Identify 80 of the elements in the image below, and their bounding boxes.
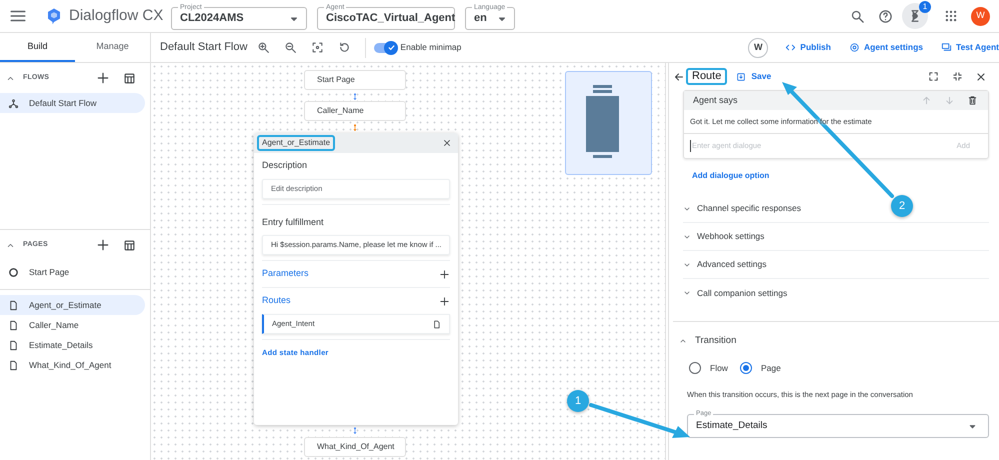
trash-icon[interactable] — [967, 95, 978, 106]
toolbar-button[interactable]: Agent settings — [848, 41, 924, 54]
section-link[interactable]: Parameters — [262, 267, 439, 281]
sidebar-item[interactable]: Estimate_Details — [0, 335, 145, 355]
close-icon[interactable] — [975, 70, 987, 82]
search-icon[interactable] — [850, 8, 865, 24]
save-icon — [736, 72, 746, 82]
code-icon — [785, 42, 796, 53]
expander-row[interactable]: Advanced settings — [683, 251, 989, 279]
zoom-in-icon[interactable] — [257, 41, 270, 54]
minimap-toggle[interactable] — [374, 42, 396, 52]
connector-arrow — [351, 91, 359, 103]
dropdown-value: CL2024AMS — [180, 11, 245, 26]
circle-icon — [8, 266, 19, 278]
minimap[interactable] — [565, 71, 652, 175]
flow-icon — [8, 98, 19, 108]
apps-grid-icon[interactable] — [944, 9, 958, 23]
field-label: Description — [262, 159, 308, 172]
fullscreen-icon[interactable] — [928, 71, 939, 82]
page-icon — [8, 300, 19, 310]
page-icon — [432, 320, 441, 328]
collaborator-avatar: W — [748, 38, 768, 58]
zoom-out-icon[interactable] — [284, 41, 298, 54]
flow-title: Default Start Flow — [160, 40, 248, 56]
connector-arrow — [351, 122, 359, 134]
gear-icon — [848, 42, 860, 53]
expander-row[interactable]: Webhook settings — [683, 223, 989, 251]
help-icon[interactable] — [878, 8, 893, 24]
select-value: Estimate_Details — [696, 419, 768, 434]
field-label: Entry fulfillment — [262, 216, 325, 229]
collapse-icon[interactable] — [952, 71, 963, 82]
sidebar-item[interactable]: Default Start Flow — [0, 93, 145, 113]
close-icon[interactable] — [442, 138, 452, 148]
chevron-down-icon — [683, 289, 691, 297]
chat-icon — [941, 42, 952, 53]
nav-tab[interactable]: Build — [0, 33, 75, 62]
add-icon[interactable] — [96, 238, 110, 252]
sidebar-item[interactable]: What_Kind_Of_Agent — [0, 355, 145, 375]
check-icon — [386, 43, 396, 52]
dropdown-value: en — [474, 11, 488, 26]
sidebar-item[interactable]: Start Page — [0, 260, 145, 284]
connector-arrow — [351, 425, 359, 437]
radio-option[interactable]: Flow — [689, 362, 728, 374]
toolbar-button[interactable]: Publish — [785, 41, 831, 54]
page-node[interactable]: Caller_Name — [304, 101, 406, 121]
dropdown-value: CiscoTAC_Virtual_Agent — [326, 11, 456, 26]
radio-option[interactable]: Page — [740, 362, 781, 374]
page-icon — [8, 360, 19, 370]
notification-badge: 1 — [919, 1, 931, 13]
add-dialogue-option-link[interactable]: Add dialogue option — [692, 170, 770, 182]
table-icon[interactable] — [123, 238, 136, 252]
page-icon — [8, 320, 19, 330]
panel-title: Route — [686, 68, 728, 85]
callout-number: 1 — [567, 390, 589, 412]
table-icon[interactable] — [123, 72, 136, 84]
section-link[interactable]: Routes — [262, 294, 439, 308]
expander-row[interactable]: Transition — [679, 326, 989, 356]
reset-icon[interactable] — [338, 41, 352, 54]
sidebar-item[interactable]: Agent_or_Estimate — [0, 295, 145, 315]
toggle-label: Enable minimap — [400, 41, 462, 54]
add-icon[interactable] — [96, 71, 110, 85]
focus-icon[interactable] — [311, 41, 324, 54]
sidebar-item[interactable]: Caller_Name — [0, 315, 145, 335]
page-card-title: Agent_or_Estimate — [257, 135, 336, 151]
add-icon[interactable] — [439, 296, 450, 306]
callout-number: 2 — [891, 195, 913, 217]
card-title: Agent says — [693, 94, 739, 107]
app-title: Dialogflow CX — [69, 6, 164, 26]
add-icon[interactable] — [439, 268, 450, 280]
save-button[interactable]: Save — [736, 70, 772, 83]
nav-tab[interactable]: Manage — [75, 33, 150, 62]
notifications-button[interactable]: 1 — [902, 3, 928, 29]
chevron-up-icon — [679, 337, 687, 345]
back-arrow-icon[interactable] — [673, 70, 685, 82]
page-node[interactable]: Start Page — [304, 70, 406, 90]
dialogflow-logo-icon — [45, 6, 63, 26]
expander-row[interactable]: Call companion settings — [683, 279, 989, 307]
page-icon — [8, 340, 19, 350]
toolbar-button[interactable]: Test Agent — [941, 41, 999, 54]
page-node[interactable]: What_Kind_Of_Agent — [304, 437, 406, 457]
